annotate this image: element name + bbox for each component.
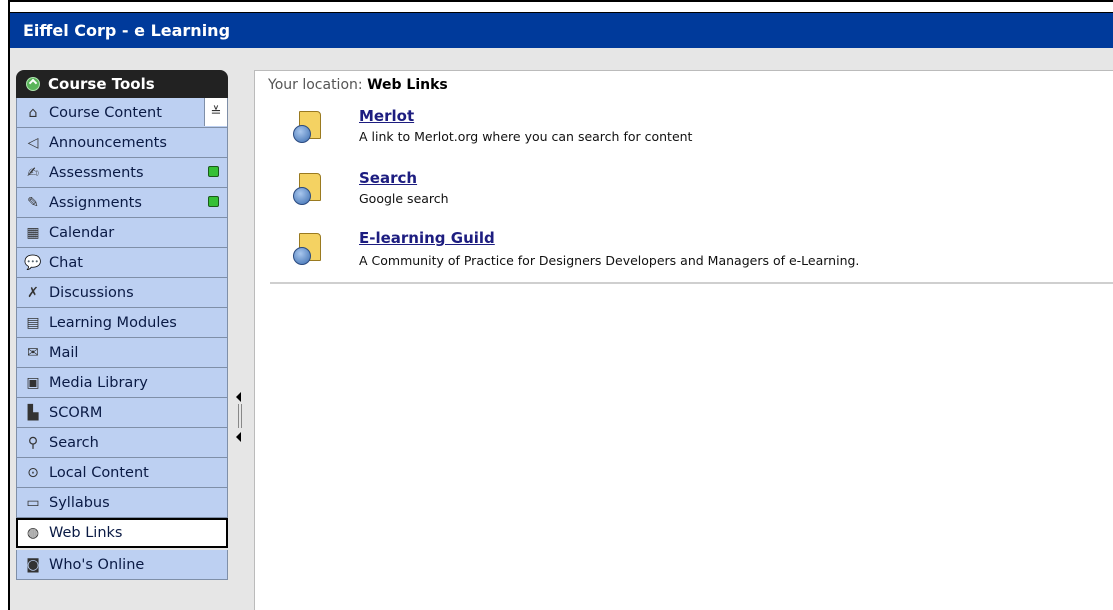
collapse-left-arrow-icon[interactable] bbox=[236, 432, 241, 442]
web-link-icon[interactable] bbox=[293, 173, 321, 205]
weblinks-icon: ◍ bbox=[26, 525, 40, 541]
sidebar-item-calendar[interactable]: ▦ Calendar bbox=[16, 218, 228, 248]
sidebar-item-label: Discussions bbox=[49, 284, 134, 301]
sidebar-item-label: Web Links bbox=[49, 525, 123, 541]
web-link-icon[interactable] bbox=[293, 111, 321, 143]
sidebar-header-label: Course Tools bbox=[48, 75, 155, 93]
web-link-description: Google search bbox=[359, 191, 449, 206]
sidebar-item-chat[interactable]: 💬 Chat bbox=[16, 248, 228, 278]
content-panel: Your location: Web Links Merlot A link t… bbox=[254, 70, 1113, 610]
new-badge-icon bbox=[208, 166, 219, 177]
sidebar-item-syllabus[interactable]: ▭ Syllabus bbox=[16, 488, 228, 518]
sidebar-item-label: Mail bbox=[49, 344, 79, 361]
syllabus-icon: ▭ bbox=[26, 494, 40, 511]
chevron-down-icon[interactable]: ≚ bbox=[204, 98, 227, 126]
media-icon: ▣ bbox=[26, 374, 40, 391]
new-badge-icon bbox=[208, 196, 219, 207]
collapse-left-arrow-icon[interactable] bbox=[236, 392, 241, 402]
sidebar-item-assignments[interactable]: ✎ Assignments bbox=[16, 188, 228, 218]
web-link-title[interactable]: Search bbox=[359, 169, 417, 187]
sidebar-header[interactable]: Course Tools bbox=[16, 70, 228, 98]
splitter-grip bbox=[238, 404, 239, 428]
sidebar-item-label: Who's Online bbox=[49, 556, 145, 573]
sidebar-item-label: Course Content bbox=[49, 104, 162, 121]
breadcrumb: Your location: Web Links bbox=[268, 77, 448, 93]
web-link-title[interactable]: E-learning Guild bbox=[359, 229, 495, 247]
mail-icon: ✉ bbox=[27, 344, 39, 361]
splitter-grip bbox=[241, 404, 242, 428]
chat-icon: 💬 bbox=[24, 254, 42, 271]
modules-icon: ▤ bbox=[26, 314, 40, 331]
sidebar-item-scorm[interactable]: ▙ SCORM bbox=[16, 398, 228, 428]
web-link-description: A Community of Practice for Designers De… bbox=[359, 253, 860, 268]
scorm-icon: ▙ bbox=[27, 404, 39, 421]
web-link-description: A link to Merlot.org where you can searc… bbox=[359, 129, 693, 144]
sidebar-item-label: Assignments bbox=[49, 194, 142, 211]
megaphone-icon: ◁ bbox=[27, 134, 39, 151]
location-label: Your location: bbox=[268, 77, 363, 93]
divider bbox=[270, 282, 1113, 284]
sidebar-item-label: Assessments bbox=[49, 164, 144, 181]
sidebar-item-web-links[interactable]: ◍ Web Links bbox=[16, 518, 228, 548]
sidebar-item-label: Chat bbox=[49, 254, 83, 271]
location-value: Web Links bbox=[367, 77, 448, 93]
sidebar-item-label: Learning Modules bbox=[49, 314, 177, 331]
sidebar-splitter[interactable] bbox=[232, 388, 246, 448]
sidebar-item-learning-modules[interactable]: ▤ Learning Modules bbox=[16, 308, 228, 338]
sidebar-item-assessments[interactable]: ✍ Assessments bbox=[16, 158, 228, 188]
collapse-icon bbox=[26, 77, 40, 91]
sidebar-item-whos-online[interactable]: ◙ Who's Online bbox=[16, 550, 228, 580]
sidebar-item-label: SCORM bbox=[49, 404, 103, 421]
assessment-icon: ✍ bbox=[27, 164, 39, 181]
web-link-title[interactable]: Merlot bbox=[359, 107, 414, 125]
sidebar-item-announcements[interactable]: ◁ Announcements bbox=[16, 128, 228, 158]
web-link-icon[interactable] bbox=[293, 233, 321, 265]
calendar-icon: ▦ bbox=[26, 224, 40, 241]
window-title: Eiffel Corp - e Learning bbox=[10, 12, 1113, 48]
sidebar-item-label: Announcements bbox=[49, 134, 167, 151]
local-content-icon: ⊙ bbox=[27, 464, 39, 481]
sidebar-item-label: Search bbox=[49, 434, 99, 451]
sidebar-item-search[interactable]: ⚲ Search bbox=[16, 428, 228, 458]
magnifier-icon: ⚲ bbox=[27, 434, 39, 451]
sidebar-item-media-library[interactable]: ▣ Media Library bbox=[16, 368, 228, 398]
sidebar-item-course-content[interactable]: ⌂ Course Content ≚ bbox=[16, 98, 228, 128]
sidebar-item-label: Local Content bbox=[49, 464, 149, 481]
sidebar-item-discussions[interactable]: ✗ Discussions bbox=[16, 278, 228, 308]
whos-online-icon: ◙ bbox=[26, 556, 40, 573]
sidebar: Course Tools ⌂ Course Content ≚ ◁ Announ… bbox=[16, 70, 228, 610]
sidebar-item-label: Syllabus bbox=[49, 494, 110, 511]
sidebar-item-label: Media Library bbox=[49, 374, 148, 391]
sidebar-item-mail[interactable]: ✉ Mail bbox=[16, 338, 228, 368]
pushpin-icon: ✗ bbox=[27, 284, 39, 301]
sidebar-item-label: Calendar bbox=[49, 224, 115, 241]
home-icon: ⌂ bbox=[28, 104, 38, 121]
assignment-icon: ✎ bbox=[27, 194, 39, 211]
sidebar-item-local-content[interactable]: ⊙ Local Content bbox=[16, 458, 228, 488]
